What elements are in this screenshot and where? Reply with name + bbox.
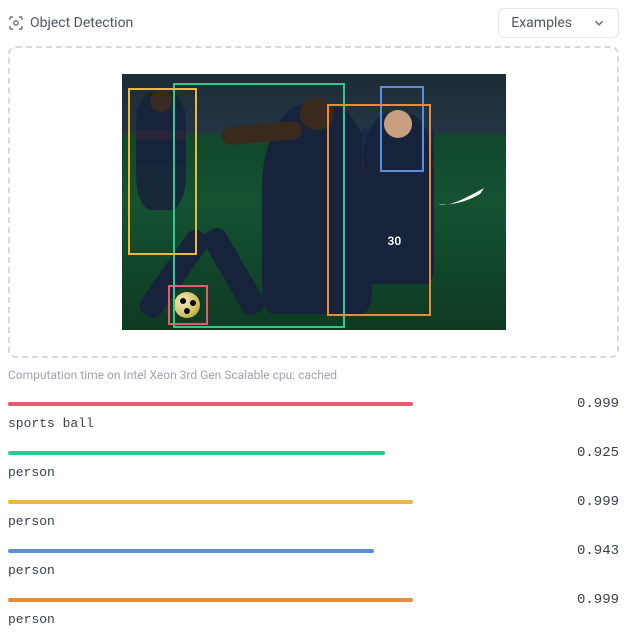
header-bar: Object Detection Examples	[8, 0, 619, 46]
class-label: person	[8, 612, 619, 627]
class-label: person	[8, 465, 619, 480]
score-bar	[8, 549, 563, 553]
score-value: 0.999	[571, 592, 619, 608]
chevron-down-icon	[592, 16, 606, 30]
results-list: 0.999sports ball0.925person0.999person0.…	[8, 396, 619, 641]
compute-caption: Computation time on Intel Xeon 3rd Gen S…	[8, 368, 619, 382]
score-value: 0.925	[571, 445, 619, 461]
score-bar	[8, 598, 563, 602]
result-row: 0.999 person	[8, 592, 619, 627]
score-bar	[8, 402, 563, 406]
swoosh-icon	[436, 184, 486, 210]
result-row: 0.999 person	[8, 494, 619, 529]
detection-image	[122, 74, 506, 330]
score-bar	[8, 451, 563, 455]
score-value: 0.999	[571, 494, 619, 510]
class-label: person	[8, 563, 619, 578]
object-detection-icon	[8, 15, 24, 31]
score-value: 0.943	[571, 543, 619, 559]
examples-dropdown[interactable]: Examples	[498, 8, 619, 38]
class-label: person	[8, 514, 619, 529]
result-row: 0.943 person	[8, 543, 619, 578]
score-value: 0.999	[571, 396, 619, 412]
class-label: sports ball	[8, 416, 619, 431]
result-row: 0.925 person	[8, 445, 619, 480]
image-dropzone[interactable]	[8, 46, 619, 358]
result-row: 0.999 sports ball	[8, 396, 619, 431]
header-title-wrap: Object Detection	[8, 15, 133, 31]
examples-dropdown-label: Examples	[511, 15, 572, 31]
page-title: Object Detection	[30, 15, 133, 31]
score-bar	[8, 500, 563, 504]
